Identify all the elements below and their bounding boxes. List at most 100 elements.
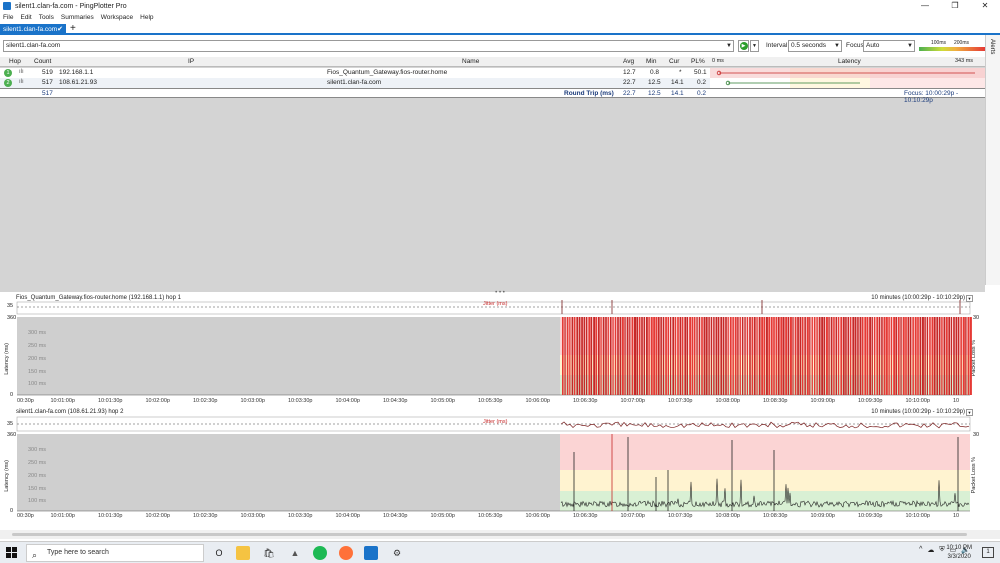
col-avg[interactable]: Avg [623,58,634,65]
cell-avg: 22.7 [623,79,636,86]
check-icon: ✔ [57,26,63,33]
packet-loss-bar [874,317,876,395]
close-button[interactable]: ✕ [970,0,1000,12]
menu-workspace[interactable]: Workspace [101,14,133,21]
x-tick-label: 10:04:30p [383,513,408,519]
cell-name: silent1.clan-fa.com [327,79,382,86]
packet-loss-bar [708,317,710,395]
scale-100-label: 100ms [931,40,947,46]
scale-200-label: 200ms [954,40,970,46]
menu-help[interactable]: Help [140,14,153,21]
chevron-down-icon[interactable]: ▼ [726,41,732,51]
menu-tools[interactable]: Tools [39,14,54,21]
menu-file[interactable]: File [3,14,13,21]
packet-loss-bar [864,317,867,395]
gear-icon[interactable]: ⚙ [390,546,404,560]
col-min[interactable]: Min [646,58,656,65]
cell-avg: 12.7 [623,69,636,76]
tab-target[interactable]: silent1.clan-fa.com ✔ [0,24,66,35]
cell-pl: 0.2 [697,79,707,86]
packet-loss-bar [667,317,669,395]
packet-loss-bar [590,317,593,395]
packet-loss-bar [797,317,799,395]
cortana-icon[interactable]: O [212,546,226,560]
x-tick-label: 10:06:30p [573,398,598,404]
cloud-icon[interactable]: ☁ [927,546,934,554]
scale-gradient [919,47,985,51]
alerts-panel-toggle[interactable]: Alerts [985,35,1000,285]
menu-summaries[interactable]: Summaries [61,14,94,21]
col-ip[interactable]: IP [188,58,194,65]
shield-icon[interactable]: ⛨ [939,546,944,554]
packet-loss-bar [869,317,871,395]
col-pl[interactable]: PL% [691,58,705,65]
x-tick-label: 10:06:00p [525,513,550,519]
col-hop[interactable]: Hop [9,58,21,65]
pingplotter-taskbar-icon[interactable] [364,546,378,560]
x-tick-label: 10:08:30p [763,398,788,404]
rt-cur: 14.1 [671,90,684,97]
spotify-icon[interactable] [313,546,327,560]
cell-min: 12.5 [648,79,661,86]
play-icon: ▶ [739,42,748,50]
timeline-scrollbar[interactable] [0,530,1000,539]
interval-select[interactable]: 0.5 seconds ▼ [788,40,842,52]
taskbar-clock[interactable]: 10:10 PM 3/3/2020 [946,544,972,562]
bar-chart-icon[interactable]: ılı [19,79,24,85]
graph2-canvas [16,416,971,512]
start-options-dropdown[interactable]: ▼ [750,40,759,52]
x-tick-label: 10:05:30p [478,513,503,519]
scrollbar-thumb[interactable] [12,533,967,536]
add-tab-icon[interactable]: + [70,23,76,35]
packet-loss-bar [701,317,703,395]
trace-grid: Hop Count IP Name Avg Min Cur PL% 0 ms L… [0,57,985,292]
taskbar-search-input[interactable]: ⌕ Type here to search [26,544,204,562]
col-cur[interactable]: Cur [669,58,679,65]
file-explorer-icon[interactable] [236,546,250,560]
packet-loss-bar [883,317,886,395]
focus-select[interactable]: Auto ▼ [863,40,915,52]
x-tick-label: 10:01:00p [50,513,75,519]
windows-start-icon[interactable] [6,547,18,559]
x-tick-label: 10:01:00p [50,398,75,404]
x-tick-label: 10:02:00p [145,513,170,519]
col-count[interactable]: Count [34,58,51,65]
packet-loss-bar [703,317,706,395]
chevron-down-icon: ▼ [834,43,840,49]
packet-loss-bar [816,317,818,395]
col-name[interactable]: Name [462,58,479,65]
menu-edit[interactable]: Edit [20,14,31,21]
notification-icon[interactable]: 1 [982,547,994,558]
x-tick-label: 10:07:00p [620,398,645,404]
packet-loss-bar [605,317,607,395]
maximize-button[interactable]: ❐ [940,0,970,12]
packet-loss-bar [737,317,739,395]
bar-chart-icon[interactable]: ılı [19,69,24,75]
start-trace-button[interactable]: ▶ [738,40,749,52]
store-icon[interactable]: 🛍 [262,546,276,560]
packet-loss-bar [826,317,828,395]
packet-loss-bar [888,317,890,395]
minimize-button[interactable]: — [910,0,940,12]
x-tick-label: 10:09:00p [810,513,835,519]
x-tick-label: 10:02:30p [193,398,218,404]
packet-loss-bar [653,317,656,395]
chevron-up-icon[interactable]: ^ [919,546,922,554]
packet-loss-bar [566,317,569,395]
packet-loss-bar [715,317,718,395]
x-tick-label: 10:10:00p [905,398,930,404]
packet-loss-bar [854,317,857,395]
toolbar: silent1.clan-fa.com ▼ ▶ ▼ Interval 0.5 s… [0,38,985,54]
packet-loss-bar [881,317,883,395]
target-input[interactable]: silent1.clan-fa.com ▼ [3,40,734,52]
packet-loss-bar [612,317,614,395]
packet-loss-bar [828,317,830,395]
packet-loss-bar [895,317,898,395]
photos-icon[interactable]: ▲ [288,546,302,560]
packet-loss-bar [763,317,766,395]
graph2-tick-300: 300 ms [28,447,47,453]
hop1-timeline-graph: Fios_Quantum_Gateway.fios-router.home (1… [0,295,985,412]
packet-loss-bar [962,317,965,395]
firefox-icon[interactable] [339,546,353,560]
packet-loss-bar [965,317,967,395]
